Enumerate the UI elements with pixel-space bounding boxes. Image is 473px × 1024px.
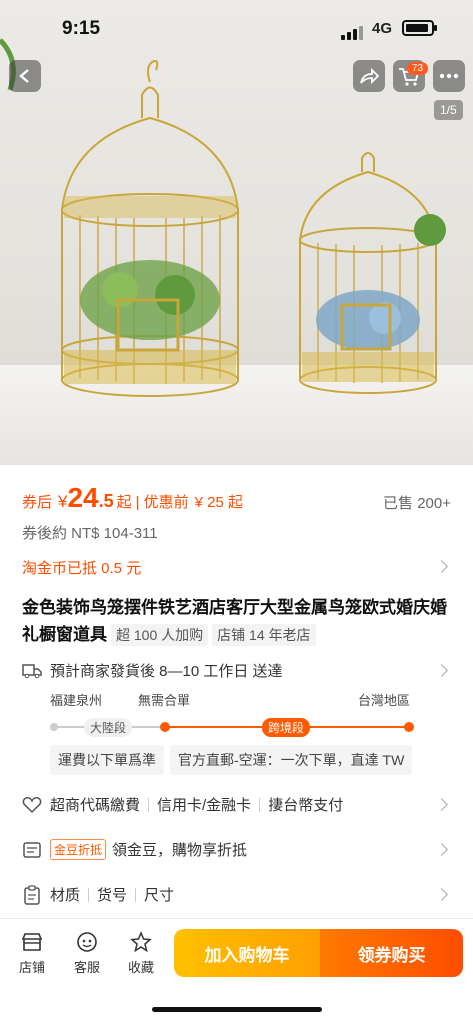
- route-dot-end: [404, 722, 414, 732]
- chevron-right-icon: [435, 843, 448, 856]
- tag-add-cart: 超 100 人加购: [111, 624, 209, 646]
- route-mid: 無需合單: [138, 693, 191, 708]
- route-to: 台灣地區: [358, 693, 411, 708]
- shipping-fee-chip: 運費以下單爲準: [50, 745, 164, 775]
- spec-material: 材质: [50, 887, 81, 904]
- shipping-method-chip: 官方直郵-空運：一次下單，直達 TW: [170, 745, 413, 775]
- chevron-right-icon: [435, 798, 448, 811]
- service-button[interactable]: 客服: [67, 931, 107, 976]
- divider: [135, 887, 137, 902]
- share-button[interactable]: [353, 60, 385, 92]
- chevron-right-icon: [435, 888, 448, 901]
- shipping-text: 預計商家發貨後 8—10 工作日 送達: [50, 663, 283, 680]
- price-qi: 起: [116, 494, 132, 511]
- signal-icon: [341, 22, 365, 40]
- gold-bean-row[interactable]: 金豆折抵 領金豆，購物享折抵: [22, 839, 452, 860]
- more-button[interactable]: [433, 60, 465, 92]
- share-icon: [360, 67, 379, 85]
- store-icon: [21, 933, 43, 951]
- store-button[interactable]: 店铺: [12, 931, 52, 976]
- more-icon: [439, 73, 459, 79]
- network-label: 4G: [372, 20, 393, 37]
- chevron-right-icon: [435, 560, 448, 573]
- price-integer: 24: [67, 482, 99, 513]
- divider: [88, 887, 90, 902]
- payment-option-3: 捿台幣支付: [268, 797, 344, 814]
- route-dot-start: [50, 723, 58, 731]
- service-label: 客服: [73, 960, 100, 975]
- gold-bean-text: 領金豆，購物享折抵: [112, 842, 248, 859]
- image-counter: 1/5: [434, 100, 463, 120]
- chat-face-icon: [77, 932, 97, 952]
- favorite-label: 收藏: [127, 960, 154, 975]
- star-icon: [130, 931, 152, 953]
- route-dot-mid: [160, 722, 170, 732]
- shipping-route: 福建泉州 無需合單 台灣地區 大陸段 跨境段: [48, 690, 418, 750]
- route-from: 福建泉州: [50, 693, 103, 708]
- buy-with-coupon-button[interactable]: 领券购买: [320, 929, 463, 977]
- gold-bean-tag: 金豆折抵: [50, 839, 107, 860]
- add-to-cart-button[interactable]: 加入购物车: [174, 929, 320, 977]
- favorite-button[interactable]: 收藏: [121, 931, 161, 976]
- product-title: 金色装饰鸟笼摆件铁艺酒店客厅大型金属鸟笼欧式婚庆婚礼橱窗道具超 100 人加购店…: [22, 594, 454, 648]
- currency-symbol: ¥: [58, 492, 68, 511]
- back-button[interactable]: [9, 60, 41, 92]
- divider: [259, 797, 261, 812]
- spec-size: 尺寸: [144, 887, 175, 904]
- payment-option-1: 超商代碼繳費: [50, 797, 141, 814]
- shipping-row[interactable]: 預計商家發貨後 8—10 工作日 送達: [22, 660, 452, 681]
- price-decimal: .5: [98, 491, 114, 511]
- original-label: 优惠前: [143, 494, 189, 511]
- status-bar: 9:15 4G: [0, 0, 473, 56]
- sold-count: 已售 200+: [383, 495, 451, 512]
- coupon-icon: [22, 840, 42, 860]
- twd-price: 券後約 NT$ 104-311: [22, 525, 158, 542]
- segment-cross-border: 跨境段: [262, 718, 311, 737]
- cart-count-badge: 73: [407, 62, 429, 75]
- clipboard-icon: [22, 884, 42, 905]
- status-time: 9:15: [62, 18, 101, 39]
- heart-icon: [22, 795, 42, 815]
- coin-text: 淘金币已抵 0.5 元: [22, 560, 142, 577]
- battery-icon: [402, 20, 437, 36]
- divider: [148, 797, 150, 812]
- payment-row[interactable]: 超商代碼繳費 信用卡/金融卡 捿台幣支付: [22, 794, 452, 815]
- segment-domestic: 大陸段: [84, 718, 133, 737]
- original-price: ¥ 25 起: [194, 494, 243, 511]
- truck-icon: [22, 661, 42, 681]
- specs-row[interactable]: 材质 货号 尺寸: [22, 884, 452, 905]
- tag-store-age: 店铺 14 年老店: [212, 624, 316, 646]
- product-image[interactable]: 9:15 4G 73 1/5: [0, 0, 473, 465]
- chevron-left-icon: [19, 69, 29, 83]
- price-divider: |: [135, 494, 140, 511]
- store-label: 店铺: [18, 960, 45, 975]
- coin-discount-row[interactable]: 淘金币已抵 0.5 元: [22, 557, 452, 578]
- product-page: 9:15 4G 73 1/5 券后 ¥ 24 .5 起 | 优惠前 ¥ 25 起: [0, 0, 473, 1024]
- spec-item-number: 货号: [97, 887, 128, 904]
- payment-option-2: 信用卡/金融卡: [157, 797, 252, 814]
- chevron-right-icon: [435, 664, 448, 677]
- price-label: 券后: [22, 494, 53, 511]
- home-indicator[interactable]: [152, 1007, 322, 1012]
